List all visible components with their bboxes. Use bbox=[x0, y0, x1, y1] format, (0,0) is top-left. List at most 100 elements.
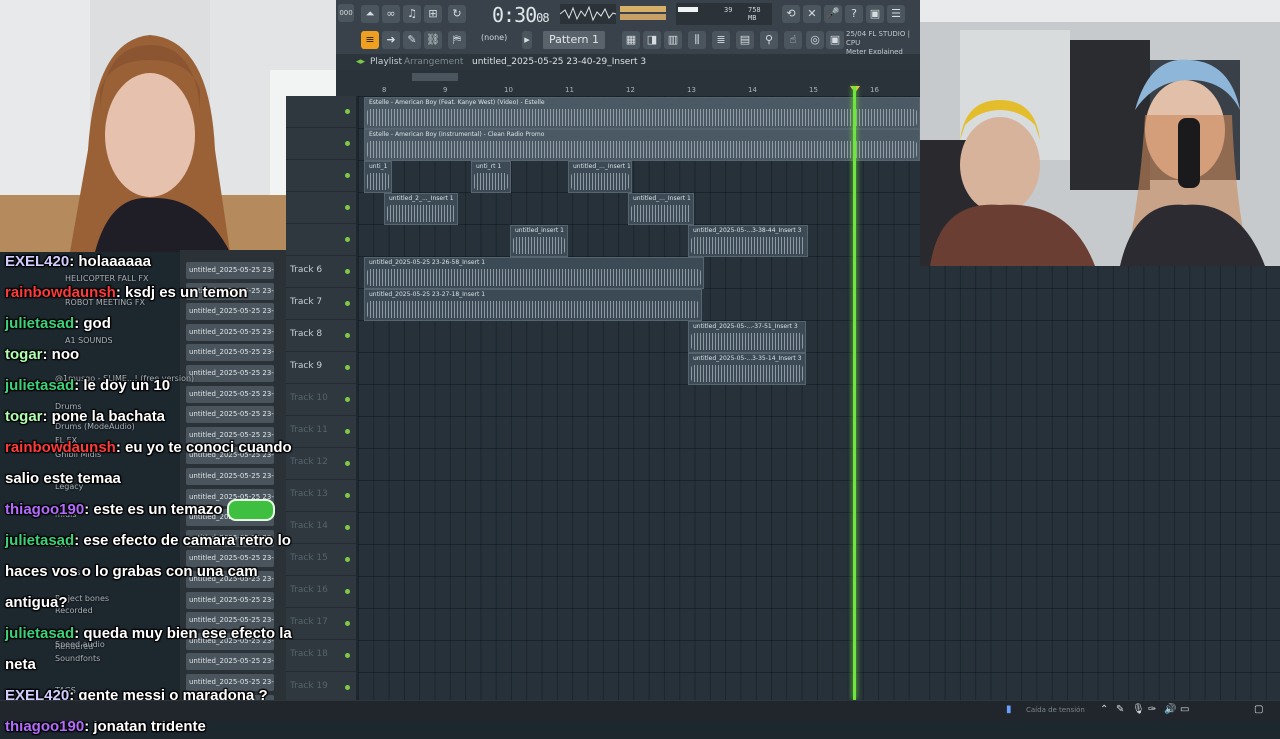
arrow-right-icon[interactable]: ➜ bbox=[382, 31, 400, 49]
audio-clip-waveform bbox=[691, 237, 805, 254]
notification-icon[interactable]: ▢ bbox=[1254, 704, 1263, 715]
loop-record-icon[interactable]: ↻ bbox=[448, 5, 466, 23]
channel-rack-icon[interactable]: ◨ bbox=[643, 31, 661, 49]
cpu-monitor: 39 758 MB bbox=[676, 3, 772, 25]
track-header[interactable] bbox=[286, 128, 356, 160]
tray-mic-icon[interactable]: 🎙 bbox=[1132, 704, 1145, 715]
weather-icon[interactable]: ▮ bbox=[1006, 704, 1012, 715]
browser-icon[interactable]: ≣ bbox=[712, 31, 730, 49]
tray-pen-icon[interactable]: ✎ bbox=[1116, 704, 1124, 715]
pattern-prev-icon[interactable]: ▸ bbox=[522, 31, 532, 49]
blend-icon[interactable]: ⊞ bbox=[424, 5, 442, 23]
volume-icon[interactable]: 🔊 bbox=[1164, 704, 1176, 715]
audio-clip[interactable]: unti_rt 1 bbox=[471, 161, 511, 193]
audio-clip[interactable]: Estelle - American Boy (Instrumental) - … bbox=[364, 129, 920, 161]
chat-username[interactable]: rainbowdaunsh bbox=[5, 439, 116, 456]
mic-icon[interactable]: 🎤 bbox=[824, 5, 842, 23]
timeline-ruler[interactable]: 8 9 10 11 12 13 14 15 16 bbox=[360, 70, 920, 96]
audio-clip-waveform bbox=[691, 333, 803, 350]
audio-clip[interactable]: untitled_2025-05-...3-38-44_Insert 3 bbox=[688, 225, 808, 257]
news-icon[interactable]: ▣ bbox=[826, 31, 844, 49]
track-header[interactable] bbox=[286, 96, 356, 128]
track-mute-led-icon[interactable] bbox=[345, 621, 350, 626]
metronome-icon[interactable]: ⏶ bbox=[361, 5, 379, 23]
audio-clip[interactable]: untitled_insert 1 bbox=[510, 225, 568, 257]
track-mute-led-icon[interactable] bbox=[345, 589, 350, 594]
panic-icon[interactable]: ✕ bbox=[803, 5, 821, 23]
audio-clip[interactable]: untitled_2025-05-25 23-26-58_Insert 1 bbox=[364, 257, 704, 289]
audio-clip[interactable]: untitled_2025-05-25 23-27-18_Insert 1 bbox=[364, 289, 702, 321]
chat-username[interactable]: togar bbox=[5, 346, 43, 363]
chat-username[interactable]: rainbowdaunsh bbox=[5, 284, 116, 301]
radio-icon[interactable]: ◎ bbox=[806, 31, 824, 49]
pencil-icon[interactable]: ✎ bbox=[403, 31, 421, 49]
track-mute-led-icon[interactable] bbox=[345, 333, 350, 338]
help-icon[interactable]: ? bbox=[845, 5, 863, 23]
track-mute-led-icon[interactable] bbox=[345, 525, 350, 530]
playlist-arrow-icon[interactable]: ◂▸ bbox=[356, 54, 365, 70]
tray-brush-icon[interactable]: ✑ bbox=[1148, 704, 1156, 715]
track-mute-led-icon[interactable] bbox=[345, 173, 350, 178]
audio-clip[interactable]: unti_1 bbox=[364, 161, 392, 193]
stamp-icon[interactable]: ⛿ bbox=[448, 31, 466, 49]
playlist-grid[interactable] bbox=[358, 96, 920, 700]
chat-username[interactable]: thiagoo190 bbox=[5, 501, 84, 518]
track-mute-led-icon[interactable] bbox=[345, 557, 350, 562]
network-icon[interactable]: ▭ bbox=[1180, 704, 1189, 715]
playlist-icon[interactable]: ▦ bbox=[622, 31, 640, 49]
chat-message: haces vos o lo grabas con una cam bbox=[5, 559, 258, 584]
track-mute-led-icon[interactable] bbox=[345, 461, 350, 466]
chat-message: neta bbox=[5, 652, 36, 677]
chat-username[interactable]: togar bbox=[5, 408, 43, 425]
time-display[interactable]: 0:3008 bbox=[492, 3, 550, 27]
file-icon[interactable]: ▤ bbox=[736, 31, 754, 49]
track-mute-led-icon[interactable] bbox=[345, 141, 350, 146]
link-icon[interactable]: ⛓ bbox=[424, 31, 442, 49]
chat-username[interactable]: julietasad bbox=[5, 377, 74, 394]
chat-username[interactable]: EXEL420 bbox=[5, 253, 69, 270]
playhead[interactable] bbox=[853, 86, 856, 700]
chat-username[interactable]: julietasad bbox=[5, 532, 74, 549]
chat-username[interactable]: julietasad bbox=[5, 625, 74, 642]
save-icon[interactable]: ▣ bbox=[866, 5, 884, 23]
audio-clip[interactable]: untitled_2_..._Insert 1 bbox=[384, 193, 458, 225]
settings-icon[interactable]: ☰ bbox=[887, 5, 905, 23]
countdown-icon[interactable]: ♫ bbox=[403, 5, 421, 23]
studio-news[interactable]: 25/04 FL STUDIO | CPU Meter Explained bbox=[846, 30, 920, 57]
audio-clip[interactable]: untitled_2025-05-...3-35-14_Insert 3 bbox=[688, 353, 806, 385]
track-mute-led-icon[interactable] bbox=[345, 269, 350, 274]
audio-clip-waveform bbox=[367, 301, 699, 318]
track-mute-led-icon[interactable] bbox=[345, 205, 350, 210]
playlist-grid-extended[interactable] bbox=[920, 266, 1280, 700]
track-mute-led-icon[interactable] bbox=[345, 237, 350, 242]
pattern-selector[interactable]: Pattern 1 bbox=[543, 31, 605, 49]
track-mute-led-icon[interactable] bbox=[345, 685, 350, 690]
audio-clip[interactable]: untitled_..._Insert 1 bbox=[568, 161, 632, 193]
mixer-icon[interactable]: ⫼ bbox=[688, 31, 706, 49]
weather-text[interactable]: Caída de tensión bbox=[1026, 706, 1085, 714]
track-mute-led-icon[interactable] bbox=[345, 397, 350, 402]
track-mute-led-icon[interactable] bbox=[345, 653, 350, 658]
audio-clip[interactable]: Estelle - American Boy (Feat. Kanye West… bbox=[364, 97, 920, 129]
track-mute-led-icon[interactable] bbox=[345, 493, 350, 498]
plugin-icon[interactable]: ⚲ bbox=[760, 31, 778, 49]
audio-clip-waveform bbox=[367, 269, 701, 286]
track-mute-led-icon[interactable] bbox=[345, 365, 350, 370]
scroll-thumb[interactable] bbox=[412, 73, 458, 81]
piano-roll-icon[interactable]: ▥ bbox=[664, 31, 682, 49]
tempo-display[interactable]: 000 bbox=[338, 4, 354, 22]
tray-chevron-icon[interactable]: ⌃ bbox=[1100, 704, 1108, 715]
track-mute-led-icon[interactable] bbox=[345, 301, 350, 306]
audio-clip[interactable]: untitled_..._Insert 1 bbox=[628, 193, 694, 225]
track-header[interactable] bbox=[286, 160, 356, 192]
pattern-song-toggle[interactable]: ≡ bbox=[361, 31, 379, 49]
touch-icon[interactable]: ☝ bbox=[784, 31, 802, 49]
chat-username[interactable]: julietasad bbox=[5, 315, 74, 332]
snap-selector[interactable]: (none) bbox=[481, 33, 507, 42]
track-header[interactable] bbox=[286, 192, 356, 224]
audio-clip[interactable]: untitled_2025-05-...-37-51_Insert 3 bbox=[688, 321, 806, 353]
wait-icon[interactable]: ∞ bbox=[382, 5, 400, 23]
track-mute-led-icon[interactable] bbox=[345, 109, 350, 114]
reset-icon[interactable]: ⟲ bbox=[782, 5, 800, 23]
track-mute-led-icon[interactable] bbox=[345, 429, 350, 434]
